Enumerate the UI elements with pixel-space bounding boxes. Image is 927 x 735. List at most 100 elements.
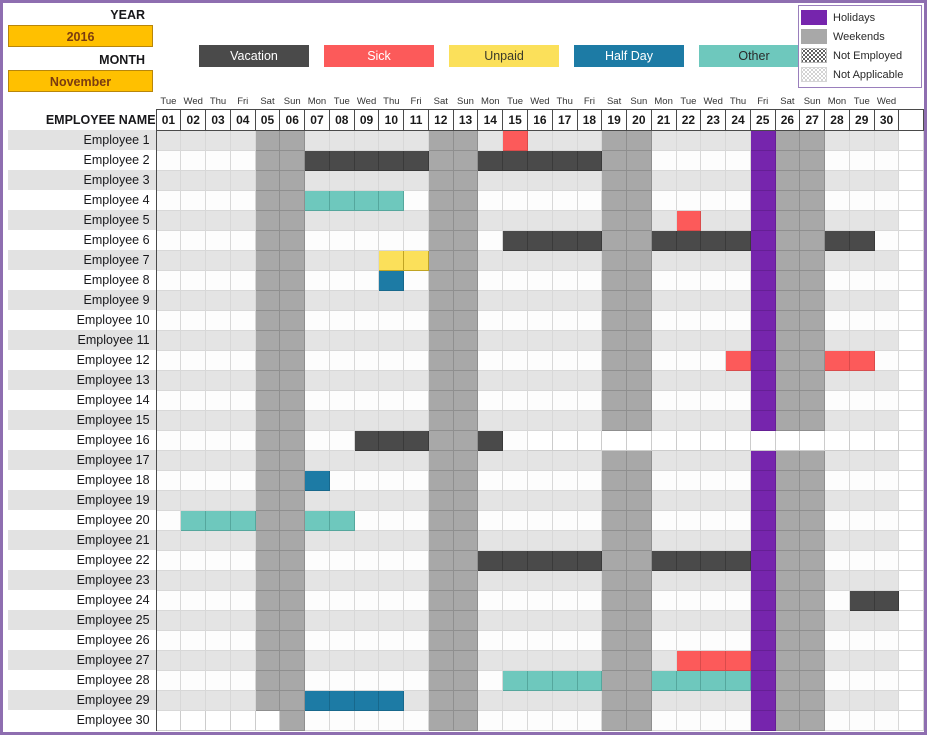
attendance-cell[interactable] — [155, 309, 182, 331]
attendance-cell[interactable] — [675, 529, 702, 551]
day-header-30[interactable]: 30 — [873, 108, 900, 131]
day-header-26[interactable]: 26 — [774, 108, 801, 131]
attendance-cell[interactable] — [205, 529, 231, 551]
attendance-cell[interactable] — [650, 529, 677, 551]
attendance-cell[interactable] — [625, 209, 652, 231]
attendance-cell[interactable] — [403, 489, 429, 511]
attendance-cell[interactable] — [304, 229, 330, 251]
attendance-cell[interactable] — [576, 429, 603, 451]
attendance-cell[interactable] — [700, 129, 727, 151]
attendance-cell[interactable] — [502, 689, 528, 711]
attendance-cell[interactable] — [824, 409, 850, 431]
month-value[interactable]: November — [8, 70, 153, 92]
attendance-cell[interactable] — [749, 629, 776, 651]
attendance-cell[interactable] — [774, 189, 801, 211]
attendance-cell[interactable] — [304, 569, 330, 591]
attendance-cell[interactable] — [155, 389, 182, 411]
attendance-cell[interactable] — [551, 189, 578, 211]
attendance-cell[interactable] — [180, 549, 207, 571]
attendance-cell[interactable] — [873, 229, 900, 251]
attendance-cell[interactable] — [725, 369, 751, 391]
attendance-cell[interactable] — [205, 509, 231, 531]
attendance-cell[interactable] — [477, 209, 504, 231]
attendance-cell[interactable] — [774, 329, 801, 351]
attendance-cell[interactable] — [304, 669, 330, 691]
day-header-01[interactable]: 01 — [155, 108, 182, 131]
attendance-cell[interactable] — [848, 149, 875, 171]
attendance-cell[interactable] — [452, 369, 479, 391]
attendance-cell[interactable] — [205, 469, 231, 491]
attendance-cell[interactable] — [353, 449, 380, 471]
attendance-cell[interactable] — [774, 649, 801, 671]
attendance-cell[interactable] — [378, 169, 405, 191]
attendance-cell[interactable] — [675, 389, 702, 411]
attendance-cell[interactable] — [625, 189, 652, 211]
attendance-cell[interactable] — [551, 309, 578, 331]
attendance-cell[interactable] — [848, 709, 875, 731]
attendance-cell[interactable] — [848, 469, 875, 491]
attendance-cell[interactable] — [799, 649, 826, 671]
attendance-cell[interactable] — [774, 369, 801, 391]
attendance-cell[interactable] — [873, 529, 900, 551]
attendance-cell[interactable] — [799, 129, 826, 151]
attendance-cell[interactable] — [427, 149, 454, 171]
attendance-cell[interactable] — [700, 629, 727, 651]
attendance-cell[interactable] — [378, 409, 405, 431]
employee-name-cell[interactable]: Employee 15 — [8, 410, 157, 430]
attendance-cell[interactable] — [799, 229, 826, 251]
attendance-cell[interactable] — [700, 329, 727, 351]
attendance-cell[interactable] — [155, 529, 182, 551]
attendance-cell[interactable] — [502, 529, 528, 551]
attendance-cell[interactable] — [625, 329, 652, 351]
attendance-cell[interactable] — [180, 149, 207, 171]
attendance-cell[interactable] — [551, 529, 578, 551]
attendance-cell[interactable] — [650, 449, 677, 471]
attendance-cell[interactable] — [452, 169, 479, 191]
attendance-cell[interactable] — [328, 649, 355, 671]
attendance-cell[interactable] — [675, 429, 702, 451]
attendance-cell[interactable] — [378, 329, 405, 351]
attendance-cell[interactable] — [601, 229, 627, 251]
attendance-cell[interactable] — [848, 489, 875, 511]
employee-name-cell[interactable]: Employee 8 — [8, 270, 157, 290]
attendance-cell[interactable] — [353, 629, 380, 651]
attendance-cell[interactable] — [502, 549, 528, 571]
attendance-cell[interactable] — [873, 569, 900, 591]
attendance-cell[interactable] — [526, 529, 553, 551]
attendance-cell[interactable] — [551, 549, 578, 571]
attendance-cell[interactable] — [353, 509, 380, 531]
attendance-cell[interactable] — [725, 129, 751, 151]
attendance-cell[interactable] — [403, 429, 429, 451]
attendance-cell[interactable] — [526, 209, 553, 231]
attendance-cell[interactable] — [180, 709, 207, 731]
attendance-cell[interactable] — [526, 569, 553, 591]
attendance-cell[interactable] — [205, 349, 231, 371]
attendance-cell[interactable] — [576, 709, 603, 731]
attendance-cell[interactable] — [304, 129, 330, 151]
attendance-cell[interactable] — [725, 569, 751, 591]
attendance-cell[interactable] — [254, 529, 281, 551]
attendance-cell[interactable] — [576, 469, 603, 491]
attendance-cell[interactable] — [601, 549, 627, 571]
attendance-cell[interactable] — [353, 249, 380, 271]
employee-name-cell[interactable]: Employee 22 — [8, 550, 157, 570]
attendance-cell[interactable] — [749, 169, 776, 191]
attendance-cell[interactable] — [848, 309, 875, 331]
attendance-cell[interactable] — [725, 669, 751, 691]
attendance-cell[interactable] — [378, 669, 405, 691]
attendance-cell[interactable] — [403, 289, 429, 311]
attendance-cell[interactable] — [279, 689, 306, 711]
attendance-cell[interactable] — [502, 709, 528, 731]
attendance-cell[interactable] — [799, 549, 826, 571]
attendance-cell[interactable] — [873, 509, 900, 531]
attendance-cell[interactable] — [725, 529, 751, 551]
attendance-cell[interactable] — [328, 309, 355, 331]
attendance-cell[interactable] — [205, 709, 231, 731]
attendance-cell[interactable] — [551, 689, 578, 711]
attendance-cell[interactable] — [502, 669, 528, 691]
attendance-cell[interactable] — [774, 629, 801, 651]
attendance-cell[interactable] — [824, 249, 850, 271]
attendance-cell[interactable] — [601, 169, 627, 191]
attendance-cell[interactable] — [725, 469, 751, 491]
attendance-cell[interactable] — [873, 609, 900, 631]
